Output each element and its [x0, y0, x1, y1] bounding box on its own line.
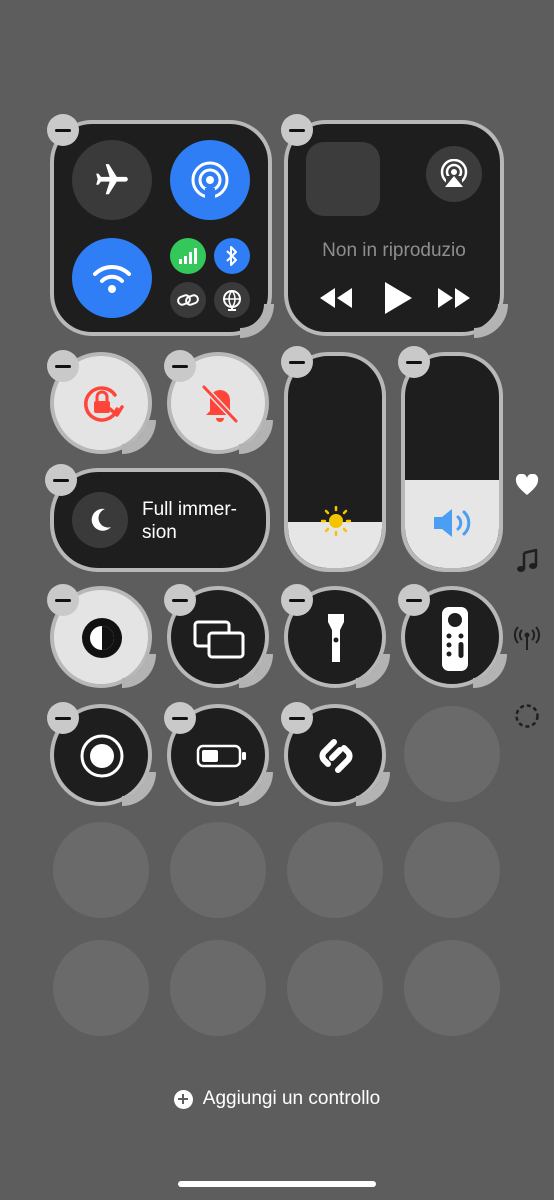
- remove-connectivity-button[interactable]: [47, 114, 79, 146]
- airplay-button[interactable]: [426, 146, 482, 202]
- remove-media-button[interactable]: [281, 114, 313, 146]
- speaker-icon: [434, 509, 471, 537]
- airdrop-button[interactable]: [170, 140, 250, 220]
- empty-slot[interactable]: [287, 940, 383, 1036]
- contrast-icon: [82, 618, 122, 658]
- rewind-icon: [320, 288, 352, 308]
- remove-screen-mirroring-button[interactable]: [164, 584, 196, 616]
- add-control-label: Aggiungi un controllo: [202, 1088, 381, 1109]
- play-icon: [385, 282, 412, 314]
- forward-icon: [438, 288, 470, 308]
- empty-slot[interactable]: [404, 822, 500, 918]
- bluetooth-icon: [226, 246, 237, 266]
- link-button[interactable]: [170, 282, 206, 318]
- resize-handle[interactable]: [356, 654, 390, 688]
- wifi-button[interactable]: [72, 238, 152, 318]
- play-button[interactable]: [382, 280, 414, 321]
- rotation-lock-icon: [84, 386, 124, 422]
- empty-slot[interactable]: [53, 822, 149, 918]
- remove-focus-button[interactable]: [45, 464, 77, 496]
- bluetooth-button[interactable]: [214, 238, 250, 274]
- cellular-icon: [179, 248, 197, 264]
- remove-silent-mode-button[interactable]: [164, 350, 196, 382]
- resize-handle[interactable]: [239, 772, 273, 806]
- flashlight-icon: [328, 614, 344, 662]
- home-indicator[interactable]: [178, 1181, 376, 1187]
- cellular-button[interactable]: [170, 238, 206, 274]
- sun-icon: [321, 506, 351, 536]
- album-artwork: [306, 142, 380, 216]
- brightness-slider[interactable]: [284, 352, 386, 572]
- resize-handle[interactable]: [239, 654, 273, 688]
- shazam-icon: [319, 739, 353, 773]
- remote-icon: [442, 607, 468, 671]
- empty-slot[interactable]: [287, 822, 383, 918]
- music-note-icon[interactable]: [514, 548, 540, 574]
- remove-brightness-button[interactable]: [281, 346, 313, 378]
- volume-slider[interactable]: [401, 352, 503, 572]
- focus-label-line-2: sion: [142, 522, 177, 543]
- empty-slot[interactable]: [170, 940, 266, 1036]
- resize-handle[interactable]: [122, 420, 156, 454]
- airplay-icon: [440, 159, 468, 189]
- remove-flashlight-button[interactable]: [281, 584, 313, 616]
- remove-screen-recording-button[interactable]: [47, 702, 79, 734]
- resize-handle[interactable]: [474, 304, 508, 338]
- remove-shazam-button[interactable]: [281, 702, 313, 734]
- remove-remote-button[interactable]: [398, 584, 430, 616]
- heart-icon[interactable]: [514, 472, 540, 498]
- antenna-icon[interactable]: [512, 624, 542, 652]
- resize-handle[interactable]: [122, 772, 156, 806]
- resize-handle[interactable]: [122, 654, 156, 688]
- connectivity-module: [50, 120, 272, 336]
- rewind-button[interactable]: [318, 286, 354, 315]
- record-icon: [80, 734, 124, 778]
- remove-dark-mode-button[interactable]: [47, 584, 79, 616]
- empty-slot[interactable]: [170, 822, 266, 918]
- remove-volume-button[interactable]: [398, 346, 430, 378]
- plus-icon: [173, 1089, 193, 1109]
- empty-slot[interactable]: [404, 706, 500, 802]
- empty-slot[interactable]: [404, 940, 500, 1036]
- resize-handle[interactable]: [356, 772, 390, 806]
- focus-module[interactable]: Full immer- sion: [50, 468, 270, 572]
- focus-label-line-1: Full immer-: [142, 499, 237, 520]
- now-playing-title: Non in riproduzio: [322, 240, 466, 261]
- moon-icon: [91, 508, 111, 531]
- remove-low-power-button[interactable]: [164, 702, 196, 734]
- wifi-icon: [93, 264, 131, 293]
- forward-button[interactable]: [436, 286, 472, 315]
- add-control-button[interactable]: Aggiungi un controllo: [0, 1088, 554, 1110]
- airplane-mode-button[interactable]: [72, 140, 152, 220]
- resize-handle[interactable]: [239, 420, 273, 454]
- resize-handle[interactable]: [240, 304, 274, 338]
- empty-slot[interactable]: [53, 940, 149, 1036]
- focus-label: Full immer- sion: [142, 498, 237, 544]
- resize-handle[interactable]: [473, 654, 507, 688]
- airdrop-icon: [191, 161, 229, 202]
- focus-icon-button[interactable]: [72, 492, 128, 548]
- media-module: Non in riproduzio: [284, 120, 504, 336]
- link-icon: [177, 294, 199, 306]
- bell-slash-icon: [201, 384, 239, 424]
- airplane-icon: [96, 164, 128, 195]
- remove-rotation-lock-button[interactable]: [47, 350, 79, 382]
- dashed-circle-icon[interactable]: [513, 702, 541, 730]
- battery-icon: [196, 744, 246, 768]
